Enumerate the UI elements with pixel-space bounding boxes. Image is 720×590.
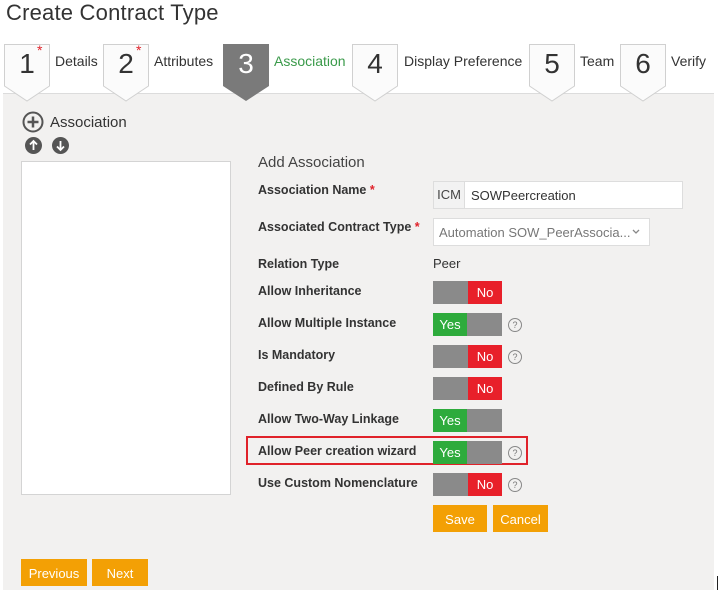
chevron-down-icon [632, 229, 640, 234]
allow-two-way-linkage-toggle[interactable]: Yes [433, 409, 502, 432]
step-number: 2 [118, 48, 134, 79]
add-association-label: Association [50, 113, 127, 131]
step-3[interactable]: 3 [223, 44, 269, 102]
step-label-attributes[interactable]: Attributes [154, 53, 213, 69]
allow-inheritance-label: Allow Inheritance [258, 284, 362, 298]
toggle-state: No [468, 473, 502, 496]
is-mandatory-toggle[interactable]: No [433, 345, 502, 368]
relation-type-label: Relation Type [258, 257, 340, 271]
allow-multiple-instance-label: Allow Multiple Instance [258, 316, 397, 330]
toggle-state: No [468, 377, 502, 400]
move-up-button[interactable] [25, 137, 42, 154]
use-custom-nomenclature-label: Use Custom Nomenclature [258, 476, 418, 490]
allow-two-way-linkage-label: Allow Two-Way Linkage [258, 412, 399, 426]
toggle-state: Yes [433, 441, 467, 464]
step-label-team[interactable]: Team [580, 53, 614, 69]
step-label-verify[interactable]: Verify [671, 53, 706, 69]
select-value: Automation SOW_PeerAssocia... [439, 225, 631, 240]
next-button[interactable]: Next [92, 559, 148, 586]
use-custom-nomenclature-toggle[interactable]: No [433, 473, 502, 496]
help-icon[interactable]: ? [508, 446, 522, 460]
toggle-state: Yes [433, 313, 467, 336]
text-cursor [717, 576, 718, 590]
step-number: 6 [635, 48, 651, 79]
page-title: Create Contract Type [6, 0, 219, 25]
step-number: 1 [19, 48, 35, 79]
help-icon[interactable]: ? [508, 478, 522, 492]
label-text: Association Name [258, 183, 367, 197]
required-asterisk: * [414, 220, 420, 234]
allow-multiple-instance-toggle[interactable]: Yes [433, 313, 502, 336]
association-name-prefix: ICM [434, 182, 465, 208]
required-asterisk: * [369, 183, 375, 197]
required-asterisk: * [37, 42, 43, 58]
toggle-state: No [468, 281, 502, 304]
defined-by-rule-label: Defined By Rule [258, 380, 354, 394]
allow-peer-creation-wizard-label: Allow Peer creation wizard [258, 444, 417, 458]
step-5[interactable]: 5 [529, 44, 575, 102]
step-number: 5 [544, 48, 560, 79]
association-name-input[interactable] [465, 182, 682, 208]
association-list[interactable] [21, 161, 231, 495]
help-icon[interactable]: ? [508, 350, 522, 364]
arrow-down-icon [56, 141, 65, 152]
allow-peer-creation-wizard-toggle[interactable]: Yes [433, 441, 502, 464]
add-association-button[interactable]: Association [22, 111, 127, 133]
help-icon[interactable]: ? [508, 318, 522, 332]
step-6[interactable]: 6 [620, 44, 666, 102]
step-2[interactable]: 2 * [103, 42, 149, 102]
move-down-button[interactable] [52, 137, 69, 154]
add-association-heading: Add Association [258, 154, 365, 171]
is-mandatory-label: Is Mandatory [258, 348, 336, 362]
save-button[interactable]: Save [433, 505, 487, 532]
cancel-button[interactable]: Cancel [493, 505, 548, 532]
toggle-state: No [468, 345, 502, 368]
associated-contract-type-label: Associated Contract Type * [258, 220, 420, 234]
previous-button[interactable]: Previous [21, 559, 87, 586]
arrow-up-icon [29, 139, 38, 150]
relation-type-value: Peer [433, 256, 461, 271]
step-label-display-preference[interactable]: Display Preference [404, 53, 522, 69]
allow-inheritance-toggle[interactable]: No [433, 281, 502, 304]
step-label-association[interactable]: Association [274, 53, 346, 69]
step-number: 4 [367, 48, 383, 79]
defined-by-rule-toggle[interactable]: No [433, 377, 502, 400]
associated-contract-type-select[interactable]: Automation SOW_PeerAssocia... [433, 218, 650, 246]
step-number: 3 [238, 48, 254, 79]
association-name-label: Association Name * [258, 183, 375, 197]
step-4[interactable]: 4 [352, 44, 398, 102]
label-text: Associated Contract Type [258, 220, 412, 234]
toggle-state: Yes [433, 409, 467, 432]
required-asterisk: * [136, 42, 142, 58]
step-1[interactable]: 1 * [4, 42, 50, 102]
plus-circle-icon [22, 111, 44, 133]
association-name-field: ICM [433, 181, 683, 209]
step-label-details[interactable]: Details [55, 53, 98, 69]
